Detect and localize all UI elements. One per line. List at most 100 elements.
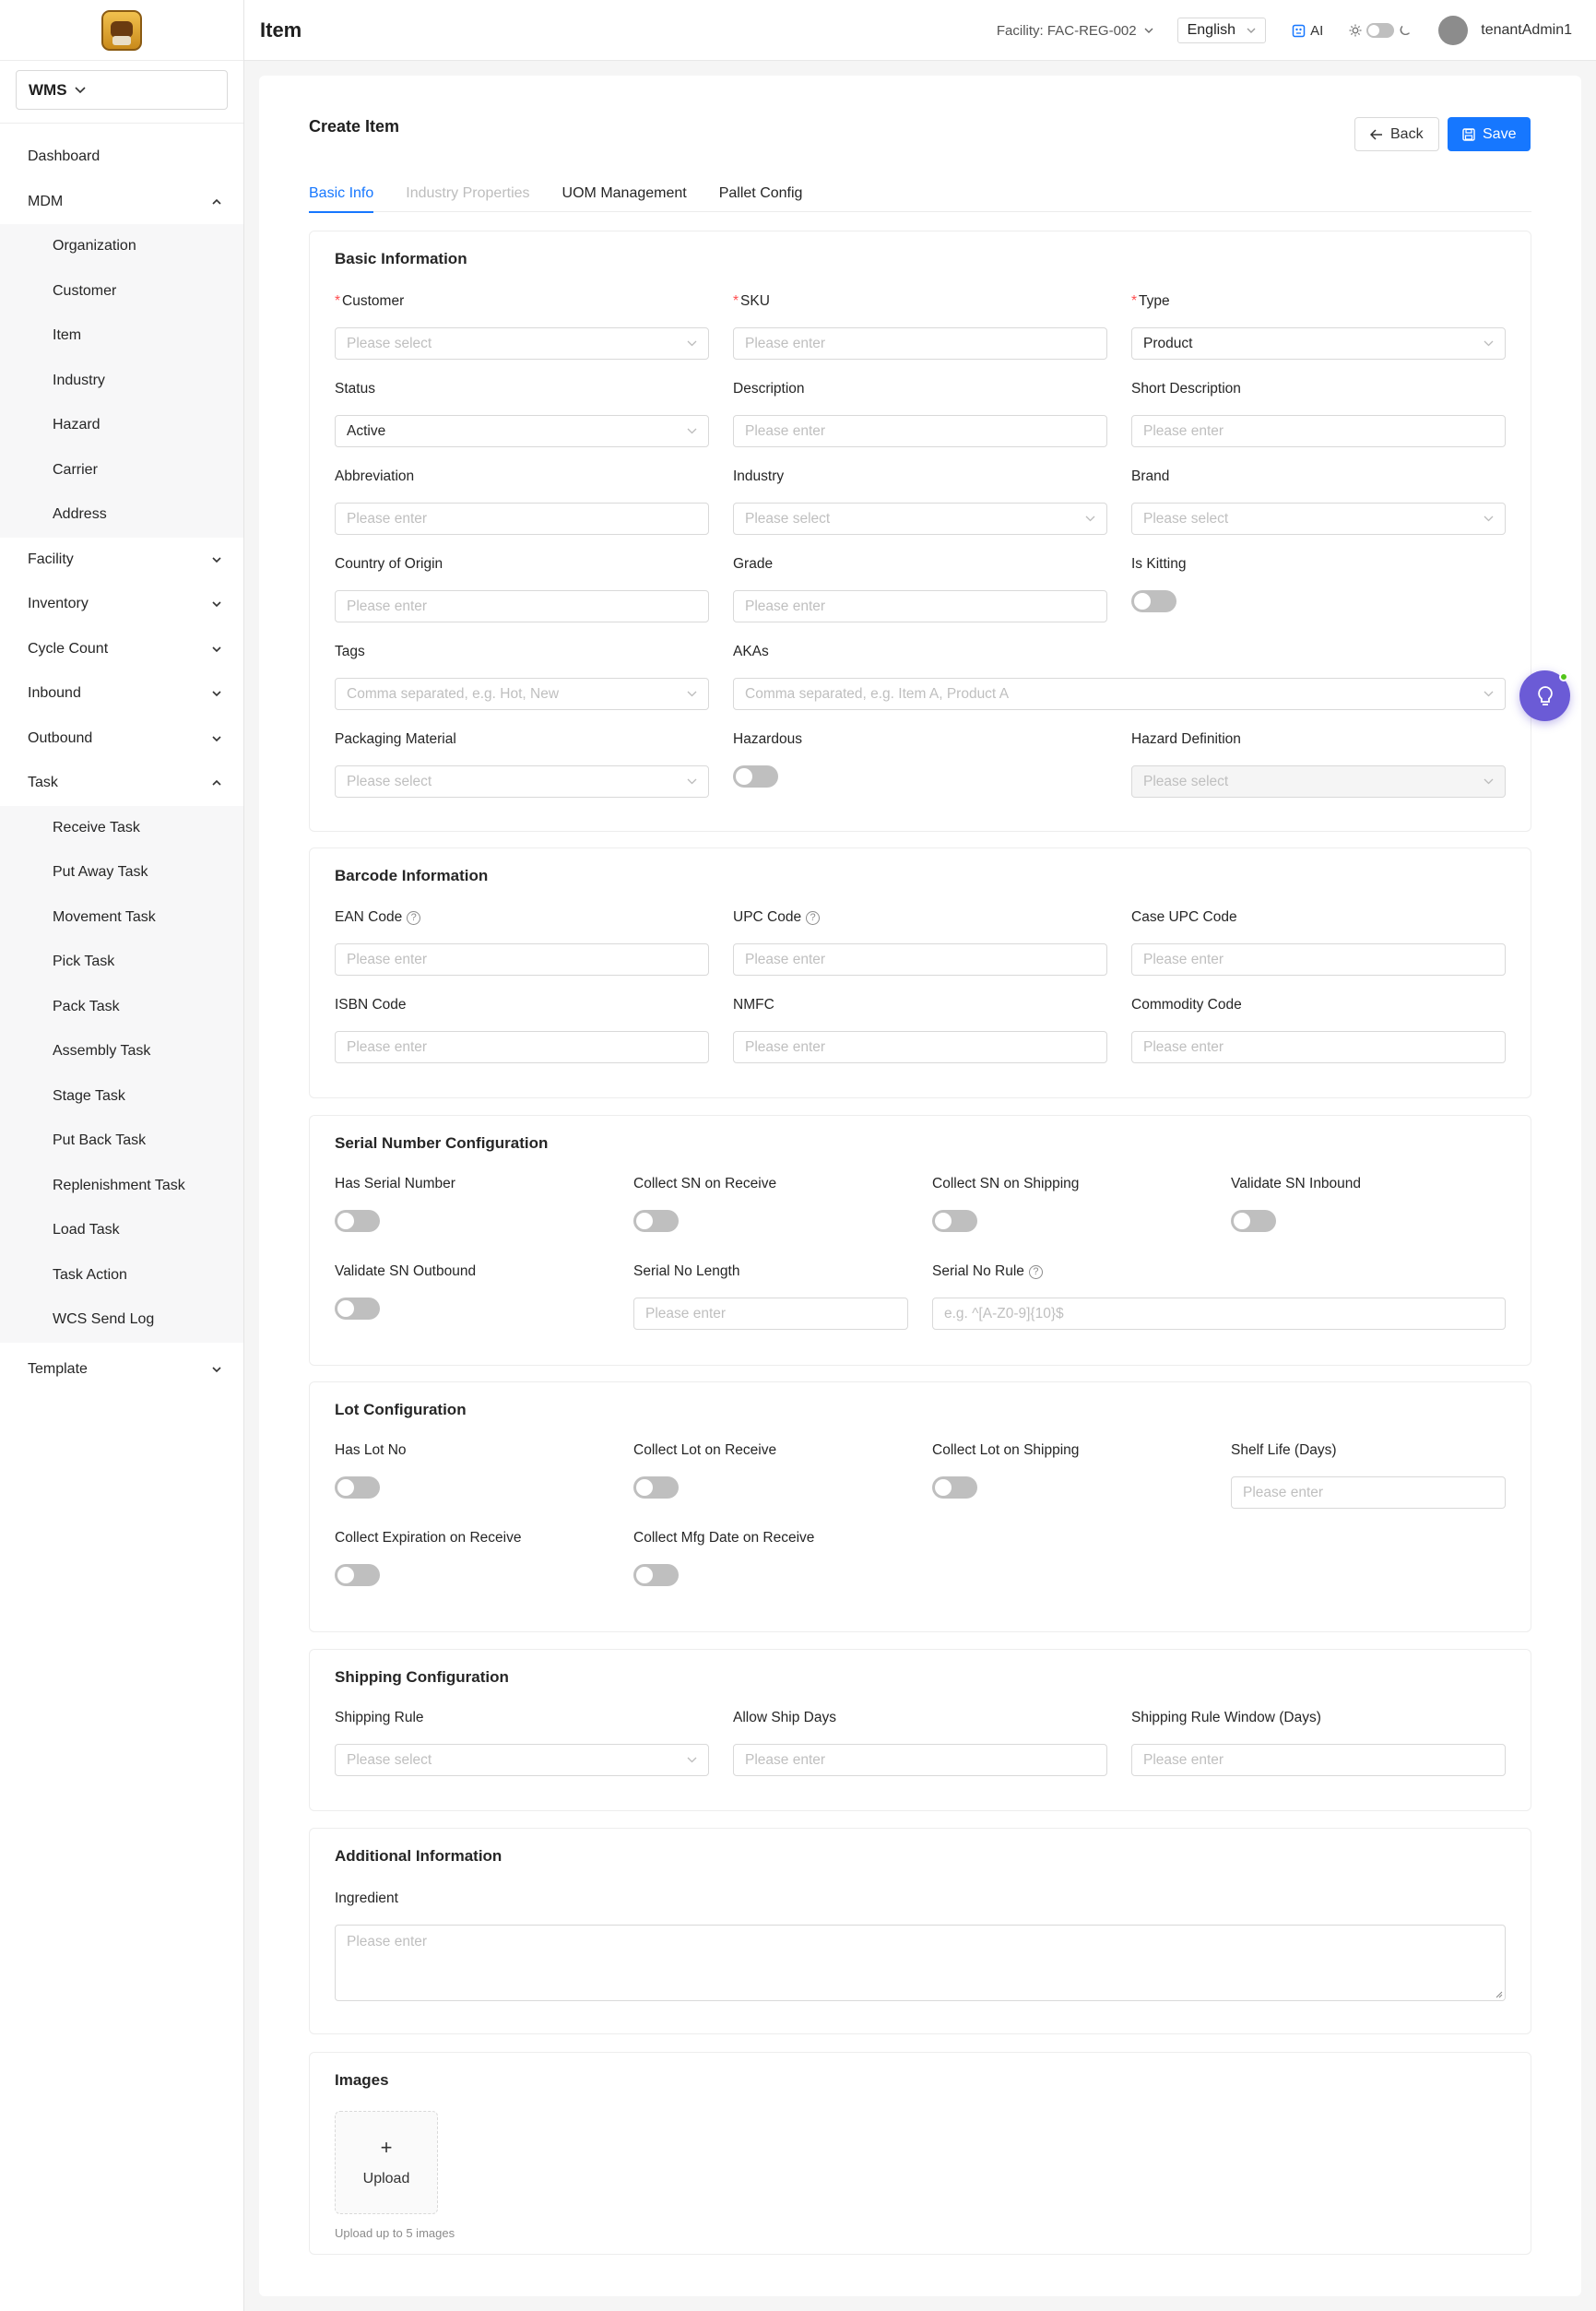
description-input[interactable]: Please enter [733,415,1107,447]
collect-mfg-toggle[interactable] [633,1564,679,1586]
nav-industry[interactable]: Industry [0,359,243,404]
abbreviation-input[interactable]: Please enter [335,503,709,535]
ai-button[interactable]: AI [1292,23,1323,39]
tab-uom-management[interactable]: UOM Management [562,175,687,212]
case-upc-input[interactable]: Please enter [1131,943,1506,976]
collect-lot-receive-field: Collect Lot on Receive [633,1441,910,1499]
nav-load-task[interactable]: Load Task [0,1208,243,1253]
tab-basic-info[interactable]: Basic Info [309,175,374,213]
nav-cycle-count[interactable]: Cycle Count [0,627,243,672]
nav-facility[interactable]: Facility [0,538,243,583]
commodity-field: Commodity Code Please enter [1131,996,1506,1063]
nav-receive-task[interactable]: Receive Task [0,806,243,851]
upload-button[interactable]: + Upload [335,2111,438,2214]
hazardous-toggle[interactable] [733,765,778,788]
nav-wcs-send-log[interactable]: WCS Send Log [0,1298,243,1343]
nav-movement-task[interactable]: Movement Task [0,895,243,941]
tags-select[interactable]: Comma separated, e.g. Hot, New [335,678,709,710]
serial-rule-input[interactable]: e.g. ^[A-Z0-9]{10}$ [932,1298,1506,1330]
help-icon[interactable]: ? [1028,1264,1043,1279]
isbn-input[interactable]: Please enter [335,1031,709,1063]
nav-put-back-task[interactable]: Put Back Task [0,1119,243,1164]
resize-handle-icon[interactable] [1494,1989,1503,1998]
nav-item[interactable]: Item [0,314,243,359]
nav-organization[interactable]: Organization [0,224,243,269]
nav-dashboard[interactable]: Dashboard [0,135,243,180]
validate-sn-outbound-toggle[interactable] [335,1298,380,1320]
is-kitting-toggle[interactable] [1131,590,1176,612]
section-title: Barcode Information [335,867,489,884]
description-field: Description Please enter [733,380,1107,447]
facility-selector[interactable]: Facility: FAC-REG-002 [997,23,1153,39]
nav-task-action[interactable]: Task Action [0,1253,243,1298]
hazard-definition-field: Hazard Definition Please select [1131,730,1506,798]
collect-expiration-toggle[interactable] [335,1564,380,1586]
help-icon[interactable]: ? [806,910,821,925]
app-logo[interactable] [101,9,142,51]
shelf-life-input[interactable]: Please enter [1231,1476,1506,1509]
hazard-definition-select[interactable]: Please select [1131,765,1506,798]
nav-pack-task[interactable]: Pack Task [0,985,243,1030]
theme-toggle[interactable] [1349,23,1411,38]
theme-switch[interactable] [1366,23,1395,38]
nav-outbound[interactable]: Outbound [0,717,243,762]
tab-pallet-config[interactable]: Pallet Config [719,175,803,212]
nav-task[interactable]: Task [0,761,243,806]
nav-stage-task[interactable]: Stage Task [0,1074,243,1120]
type-select[interactable]: Product [1131,327,1506,360]
nav-template[interactable]: Template [0,1347,243,1393]
nav-replenishment-task[interactable]: Replenishment Task [0,1164,243,1209]
save-button[interactable]: Save [1448,117,1531,151]
has-sn-field: Has Serial Number [335,1175,611,1232]
sku-input[interactable]: Please enter [733,327,1107,360]
has-sn-toggle[interactable] [335,1210,380,1232]
collect-sn-shipping-toggle[interactable] [932,1210,977,1232]
page-title: Item [260,18,302,41]
commodity-input[interactable]: Please enter [1131,1031,1506,1063]
status-select[interactable]: Active [335,415,709,447]
grade-input[interactable]: Please enter [733,590,1107,622]
customer-select[interactable]: Please select [335,327,709,360]
packaging-select[interactable]: Please select [335,765,709,798]
ingredient-textarea[interactable]: Please enter [335,1925,1506,2001]
nav-address[interactable]: Address [0,492,243,538]
nav-carrier[interactable]: Carrier [0,448,243,493]
nav-pick-task[interactable]: Pick Task [0,940,243,985]
nav-assembly-task[interactable]: Assembly Task [0,1029,243,1074]
nmfc-input[interactable]: Please enter [733,1031,1107,1063]
allow-ship-days-field: Allow Ship Days Please enter [733,1709,1107,1776]
serial-length-input[interactable]: Please enter [633,1298,908,1330]
industry-select[interactable]: Please select [733,503,1107,535]
shipping-rule-select[interactable]: Please select [335,1744,709,1776]
tab-industry-properties[interactable]: Industry Properties [406,175,529,212]
language-select[interactable]: English [1176,18,1267,43]
brand-select[interactable]: Please select [1131,503,1506,535]
nav-hazard[interactable]: Hazard [0,403,243,448]
upc-input[interactable]: Please enter [733,943,1107,976]
assistant-float-button[interactable] [1519,670,1570,721]
nav-customer[interactable]: Customer [0,269,243,314]
back-button[interactable]: Back [1354,117,1439,151]
collect-sn-receive-toggle[interactable] [633,1210,679,1232]
workspace-select[interactable]: WMS [16,70,228,110]
shipping-window-input[interactable]: Please enter [1131,1744,1506,1776]
allow-ship-days-input[interactable]: Please enter [733,1744,1107,1776]
ean-input[interactable]: Please enter [335,943,709,976]
has-lot-toggle[interactable] [335,1476,380,1499]
user-name[interactable]: tenantAdmin1 [1481,22,1572,39]
validate-sn-inbound-toggle[interactable] [1231,1210,1276,1232]
avatar[interactable] [1438,16,1469,45]
nav-put-away-task[interactable]: Put Away Task [0,850,243,895]
akas-select[interactable]: Comma separated, e.g. Item A, Product A [733,678,1506,710]
short-description-input[interactable]: Please enter [1131,415,1506,447]
help-icon[interactable]: ? [407,910,421,925]
collect-lot-receive-toggle[interactable] [633,1476,679,1499]
mdm-submenu: Organization Customer Item Industry Haza… [0,224,243,538]
moon-icon [1400,25,1411,35]
nav-mdm[interactable]: MDM [0,180,243,225]
abbreviation-field: Abbreviation Please enter [335,468,709,535]
nav-inbound[interactable]: Inbound [0,671,243,717]
nav-inventory[interactable]: Inventory [0,582,243,627]
country-input[interactable]: Please enter [335,590,709,622]
collect-lot-shipping-toggle[interactable] [932,1476,977,1499]
